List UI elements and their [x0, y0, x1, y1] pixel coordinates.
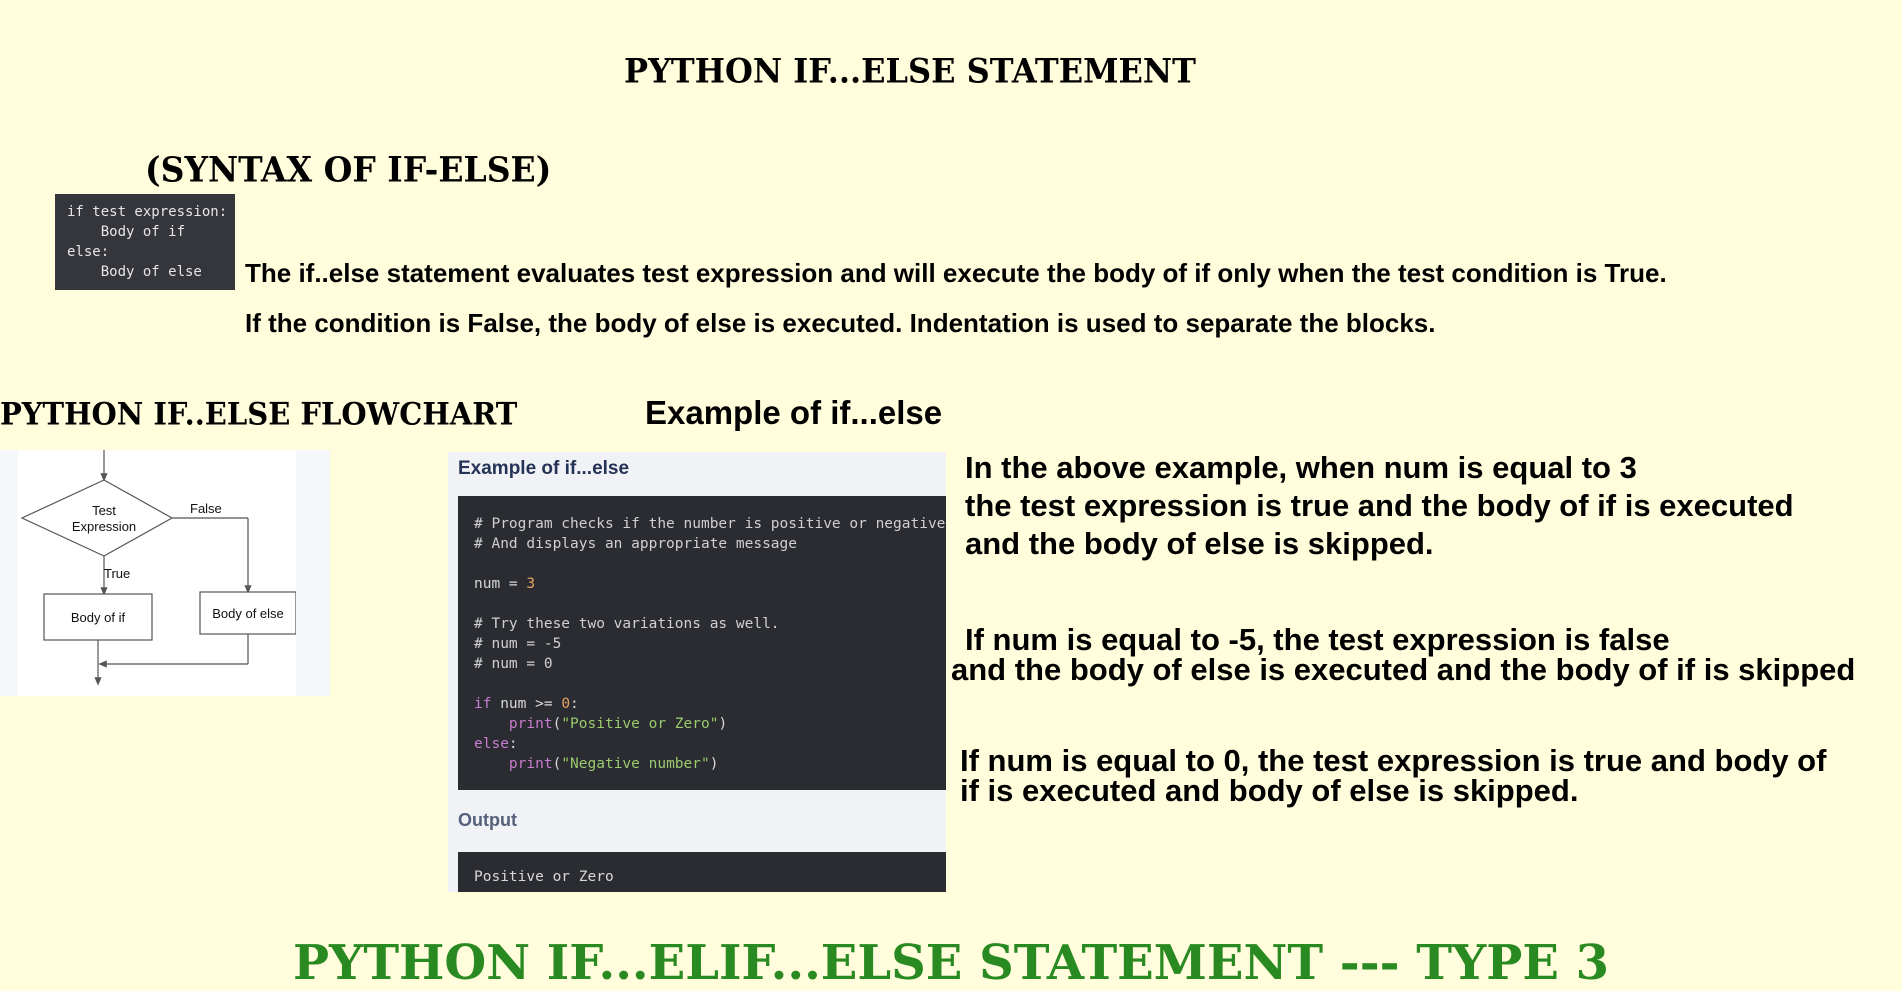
- explanation-paragraph-1: In the above example, when num is equal …: [965, 449, 1794, 563]
- code-string: "Negative number": [561, 756, 710, 772]
- code-comment: # num = -5: [474, 636, 562, 652]
- code-keyword-if: if: [474, 696, 492, 712]
- code-function-print: print: [508, 716, 553, 732]
- explanation-paragraph-3: If num is equal to 0, the test expressio…: [960, 743, 1827, 808]
- body-else-label: Body of else: [212, 606, 284, 621]
- explanation-line: and the body of else is skipped.: [965, 526, 1434, 561]
- explanation-line: if is executed and body of else is skipp…: [960, 773, 1579, 808]
- syntax-title: (SYNTAX OF IF-ELSE): [145, 149, 552, 190]
- explanation-line: In the above example, when num is equal …: [965, 450, 1637, 485]
- false-label: False: [190, 501, 222, 516]
- body-if-label: Body of if: [71, 610, 126, 625]
- code-string: "Positive or Zero": [561, 716, 719, 732]
- output-label: Output: [458, 810, 517, 830]
- code-keyword-else: else: [474, 736, 509, 752]
- code-comment: # And displays an appropriate message: [474, 536, 798, 552]
- code-number: 0: [561, 696, 571, 712]
- description-line-1: The if..else statement evaluates test ex…: [245, 258, 1667, 288]
- explanation-line: If num is equal to 0, the test expressio…: [960, 743, 1827, 778]
- code-variable: num =: [474, 576, 527, 592]
- decision-diamond: [20, 479, 174, 557]
- code-comment: # Program checks if the number is positi…: [474, 516, 946, 532]
- flowchart-title: PYTHON IF..ELSE FLOWCHART: [0, 396, 518, 432]
- code-comment: # Try these two variations as well.: [474, 616, 780, 632]
- decision-label-1: Test: [92, 503, 116, 518]
- syntax-code-block: if test expression: Body of if else: Bod…: [55, 194, 235, 290]
- bottom-section-title: PYTHON IF...ELIF...ELSE STATEMENT --- TY…: [292, 935, 1610, 991]
- decision-label-2: Expression: [72, 519, 136, 534]
- example-panel-title: Example of if...else: [458, 458, 630, 479]
- explanation-paragraph-2: If num is equal to -5, the test expressi…: [951, 622, 1855, 685]
- explanation-line: If num is equal to -5, the test expressi…: [965, 622, 1670, 657]
- code-number: 3: [526, 576, 536, 592]
- output-block: Positive or Zero: [458, 852, 946, 892]
- code-condition: num >=: [491, 696, 562, 712]
- true-label: True: [104, 566, 130, 581]
- code-colon: :: [570, 696, 579, 712]
- description-line-2: If the condition is False, the body of e…: [245, 308, 1436, 338]
- code-comment: # num = 0: [474, 656, 553, 672]
- explanation-line: the test expression is true and the body…: [965, 488, 1794, 523]
- code-colon: :: [508, 736, 518, 752]
- example-code-block: # Program checks if the number is positi…: [458, 496, 946, 790]
- example-heading: Example of if...else: [645, 394, 943, 431]
- explanation-line: and the body of else is executed and the…: [951, 652, 1856, 687]
- code-function-print: print: [508, 756, 553, 772]
- page-title: PYTHON IF...ELSE STATEMENT: [624, 51, 1196, 91]
- flowchart-diagram: Test Expression False True Body of if Bo…: [20, 450, 297, 686]
- example-panel: Example of if...else # Program checks if…: [448, 452, 946, 892]
- flowchart-image: Test Expression False True Body of if Bo…: [0, 450, 330, 696]
